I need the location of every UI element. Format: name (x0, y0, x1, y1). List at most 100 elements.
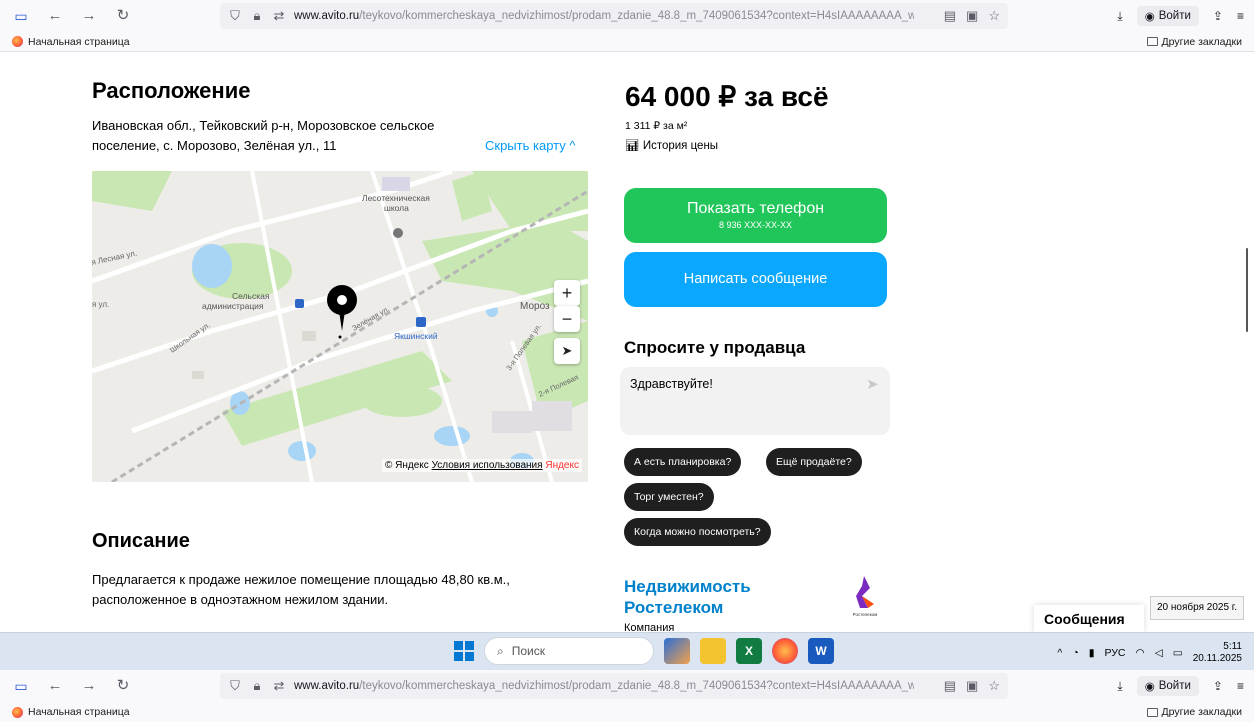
geolocation-button[interactable]: ➤ (554, 338, 580, 364)
downloads-icon[interactable]: ⤓ (1117, 9, 1122, 24)
bookmark-star-icon[interactable]: ☆ (988, 8, 1000, 24)
seller-logo[interactable]: Ростелеком (848, 574, 882, 618)
map-label-admin: Сельская (232, 291, 270, 301)
map[interactable]: Лесотехническая школа Сельская администр… (92, 171, 588, 482)
price-per-m2: 1 311 ₽ за м² (625, 120, 688, 132)
address-line-2: поселение, с. Морозово, Зелёная ул., 11 (92, 138, 337, 153)
address-line-1: Ивановская обл., Тейковский р-н, Морозов… (92, 118, 435, 133)
messages-popup[interactable]: Сообщения (1034, 605, 1144, 633)
reader-view-icon[interactable]: ▤ (944, 678, 956, 694)
taskbar-search[interactable]: ⌕ Поиск (484, 637, 654, 665)
map-label-school: Лесотехническая (362, 193, 430, 203)
login-button[interactable]: ◉ Войти (1136, 676, 1199, 696)
message-input[interactable]: Здравствуйте! (620, 367, 890, 435)
back-icon[interactable]: ← (46, 7, 64, 25)
description-line-1: Предлагается к продаже нежилое помещение… (92, 572, 510, 587)
bookmark-other[interactable]: Другие закладки (1146, 706, 1242, 718)
downloads-icon[interactable]: ⤓ (1117, 679, 1122, 694)
price-history-link[interactable]: 📊︎ История цены (625, 138, 718, 152)
hide-map-link[interactable]: Скрыть карту ^ (485, 138, 575, 153)
permissions-icon[interactable]: ⇄ (272, 678, 286, 694)
bookmark-other[interactable]: Другие закладки (1146, 36, 1242, 48)
send-icon[interactable]: ➤ (866, 375, 879, 393)
bookmarks-bar: Начальная страница Другие закладки (0, 32, 1254, 52)
price: 64 000 ₽ за всё (625, 81, 829, 112)
excel-icon[interactable]: X (736, 638, 762, 664)
chip-layout[interactable]: А есть планировка? (624, 448, 742, 476)
volume-icon[interactable]: ◁ (1155, 647, 1163, 659)
firefox-icon (12, 706, 23, 718)
map-label-admin2: администрация (202, 301, 264, 311)
share-icon[interactable]: ⇪ (1213, 9, 1223, 23)
tab-overview-icon[interactable]: ▭ (12, 7, 30, 25)
menu-icon[interactable]: ≡ (1237, 679, 1244, 693)
chevron-up-icon[interactable]: ^ (1057, 647, 1062, 659)
screenshot-icon[interactable]: ▣ (966, 678, 978, 694)
bookmarks-bar-2: Начальная страница Другие закладки (0, 702, 1254, 722)
share-icon[interactable]: ⇪ (1213, 679, 1223, 693)
word-icon[interactable]: W (808, 638, 834, 664)
zoom-in-button[interactable]: + (554, 280, 580, 306)
map-label-ul: я ул. (92, 300, 109, 309)
zoom-out-button[interactable]: − (554, 306, 580, 332)
clock[interactable]: 5:11 20.11.2025 (1193, 641, 1242, 665)
chip-viewing[interactable]: Когда можно посмотреть? (624, 518, 771, 546)
login-button[interactable]: ◉ Войти (1136, 6, 1199, 26)
page-content: Расположение Ивановская обл., Тейковский… (0, 52, 1254, 632)
browser-toolbar: ▭ ← → ↻ ⛉ 🔒︎ ⇄ www.avito.ru/teykovo/komm… (0, 0, 1254, 32)
menu-icon[interactable]: ≡ (1237, 9, 1244, 23)
lock-icon[interactable]: 🔒︎ (250, 8, 264, 24)
yandex-tray-icon[interactable]: ◔ (1072, 647, 1078, 659)
file-explorer-icon[interactable] (700, 638, 726, 664)
scrollbar[interactable] (1246, 248, 1248, 332)
folder-icon (1146, 37, 1158, 46)
description-title: Описание (92, 530, 190, 552)
chip-still-selling[interactable]: Ещё продаёте? (766, 448, 862, 476)
lock-icon[interactable]: 🔒︎ (250, 678, 264, 694)
map-label-school2: школа (384, 203, 409, 213)
reload-icon[interactable]: ↻ (114, 7, 132, 25)
url-text[interactable]: www.avito.ru/teykovo/kommercheskaya_nedv… (294, 10, 914, 22)
folder-icon (1146, 707, 1158, 717)
write-message-button[interactable]: Написать сообщение (624, 252, 887, 307)
permissions-icon[interactable]: ⇄ (272, 8, 286, 24)
map-copyright: © Яндекс Условия использования Яндекс (382, 459, 582, 472)
seller-name[interactable]: Недвижимость Ростелеком (624, 576, 751, 618)
tab-overview-icon[interactable]: ▭ (12, 677, 30, 695)
bookmark-home[interactable]: Начальная страница (0, 36, 130, 48)
tray-app-icon[interactable]: ▮ (1089, 647, 1095, 659)
map-terms-link[interactable]: Условия использования (432, 460, 543, 471)
reload-icon[interactable]: ↻ (114, 677, 132, 695)
firefox-taskbar-icon[interactable] (772, 638, 798, 664)
shield-icon[interactable]: ⛉ (228, 8, 242, 24)
account-icon: ◉ (1144, 681, 1155, 693)
back-icon[interactable]: ← (46, 677, 64, 695)
account-icon: ◉ (1144, 11, 1155, 23)
ask-seller-title: Спросите у продавца (624, 338, 806, 357)
shield-icon[interactable]: ⛉ (228, 678, 242, 694)
search-icon: ⌕ (497, 643, 504, 658)
chip-bargain[interactable]: Торг уместен? (624, 483, 714, 511)
forward-icon[interactable]: → (80, 7, 98, 25)
seller-type: Компания (624, 622, 675, 632)
chart-icon: 📊︎ (625, 140, 640, 152)
reader-view-icon[interactable]: ▤ (944, 8, 956, 24)
start-button[interactable] (454, 641, 474, 661)
wifi-icon[interactable]: ◠ (1136, 647, 1145, 659)
show-phone-button[interactable]: Показать телефон 8 936 XXX-XX-XX (624, 188, 887, 243)
url-text[interactable]: www.avito.ru/teykovo/kommercheskaya_nedv… (294, 680, 914, 692)
bookmark-star-icon[interactable]: ☆ (988, 678, 1000, 694)
widgets-icon[interactable] (664, 638, 690, 664)
forward-icon[interactable]: → (80, 677, 98, 695)
screenshot-icon[interactable]: ▣ (966, 8, 978, 24)
battery-icon[interactable]: ▭ (1173, 647, 1183, 659)
bookmark-home[interactable]: Начальная страница (0, 706, 130, 718)
map-label-yakshinsky: Якшинский (394, 331, 438, 341)
taskbar: ⌕ Поиск X W ^ ◔ ▮ РУС ◠ ◁ ▭ 5:11 20.11.202… (0, 632, 1254, 670)
description-line-2: расположенное в одноэтажном нежилом здан… (92, 592, 389, 607)
address-bar[interactable]: ⛉ 🔒︎ ⇄ www.avito.ru/teykovo/kommercheska… (220, 3, 1008, 29)
address-bar[interactable]: ⛉ 🔒︎ ⇄ www.avito.ru/teykovo/kommercheska… (220, 673, 1008, 699)
location-title: Расположение (92, 78, 251, 103)
language-indicator[interactable]: РУС (1104, 647, 1125, 659)
firefox-icon (12, 36, 23, 47)
